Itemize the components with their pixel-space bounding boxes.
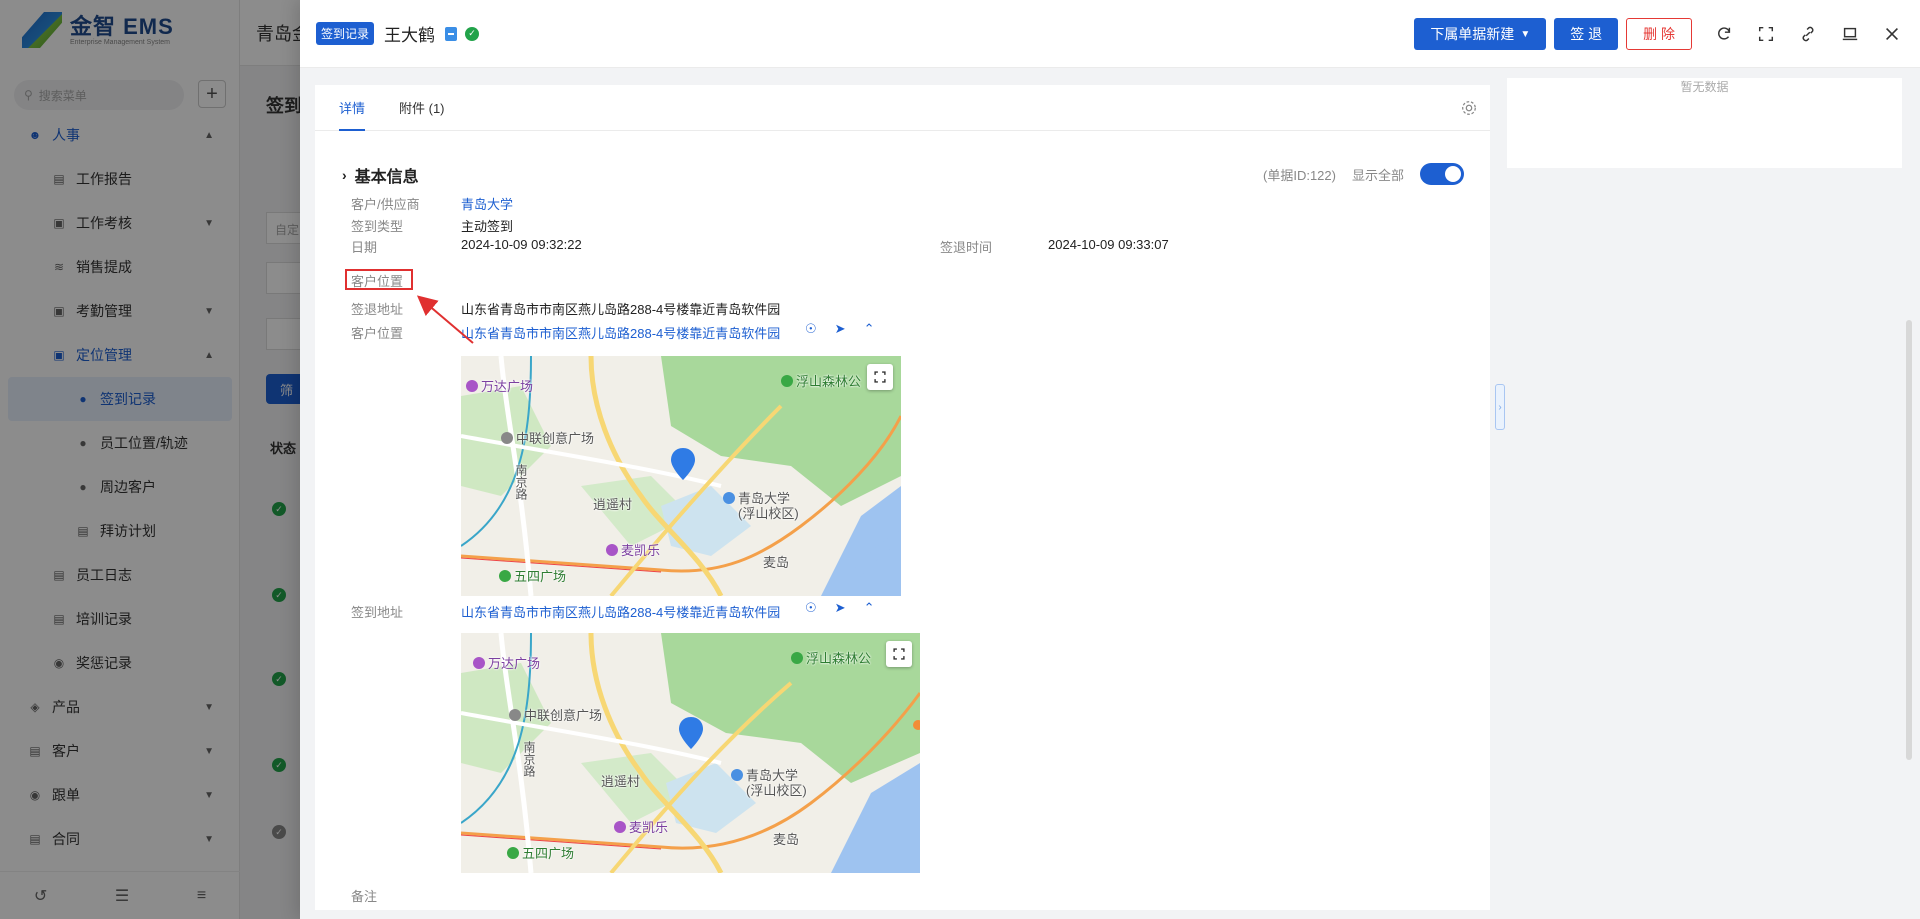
delete-button[interactable]: 删 除 xyxy=(1626,18,1692,50)
doc-id: (单据ID:122) xyxy=(1263,167,1336,183)
new-sub-doc-label: 下属单据新建 xyxy=(1430,26,1515,42)
checkout-button[interactable]: 签 退 xyxy=(1554,18,1619,50)
checkout-time-value: 2024-10-09 09:33:07 xyxy=(1048,237,1169,252)
customer-location-link[interactable]: 山东省青岛市市南区燕儿岛路288-4号楼靠近青岛软件园 xyxy=(461,323,780,342)
chevron-up-icon[interactable]: ⌃ xyxy=(864,321,875,337)
checkin-type-label: 签到类型 xyxy=(351,219,404,234)
highlight-annotation-box xyxy=(345,269,413,290)
chevron-right-icon: › xyxy=(342,167,347,183)
remark-label: 备注 xyxy=(351,889,378,904)
close-icon[interactable] xyxy=(1882,24,1902,44)
section-title: 基本信息 xyxy=(354,169,419,186)
map-poi-fushan: 浮山森林公 xyxy=(791,648,871,667)
map-poi-zhonglian: 中联创意广场 xyxy=(509,705,602,724)
tab-details[interactable]: 详情 xyxy=(339,98,366,131)
new-sub-doc-button[interactable]: 下属单据新建 ▼ xyxy=(1414,18,1547,50)
customer-location-actions: ☉ ➤ ⌃ xyxy=(805,321,874,337)
record-type-tag: 签到记录 xyxy=(316,22,375,45)
show-all-label: 显示全部 xyxy=(1351,167,1404,183)
expand-icon xyxy=(874,371,886,383)
customer-label: 客户/供应商 xyxy=(351,197,420,212)
date-value: 2024-10-09 09:32:22 xyxy=(461,237,582,252)
map-road-nanjing: 南京路 xyxy=(522,741,536,777)
section-basic-info[interactable]: › 基本信息 xyxy=(342,163,419,187)
side-panel-toggle[interactable]: › xyxy=(1495,384,1505,430)
checkout-address-label: 签退地址 xyxy=(351,302,404,317)
checkin-address-map[interactable]: 万达广场 浮山森林公 中联创意广场 南京路 逍遥村 青岛大学 (浮山校区) 麦凯乐… xyxy=(461,633,920,873)
gear-icon[interactable] xyxy=(1460,99,1478,117)
map-poi-wanda: 万达广场 xyxy=(466,376,533,395)
checkin-type-value: 主动签到 xyxy=(461,219,514,234)
map-poi-mcd: 麦凯乐 xyxy=(606,540,660,559)
header-actions: 下属单据新建 ▼ 签 退 删 除 xyxy=(1406,18,1902,50)
navigate-send-icon[interactable]: ➤ xyxy=(835,321,846,337)
customer-location-label: 客户位置 xyxy=(351,326,404,341)
map-poi-wusi: 五四广场 xyxy=(499,566,566,585)
show-all-toggle[interactable] xyxy=(1420,163,1464,185)
map-poi-wusi: 五四广场 xyxy=(507,843,574,862)
no-data-text: 暂无数据 xyxy=(1680,80,1729,94)
refresh-icon[interactable] xyxy=(1714,24,1734,44)
map-poi-mcd: 麦凯乐 xyxy=(614,817,668,836)
drawer-title: 王大鹤 xyxy=(384,26,436,45)
date-label: 日期 xyxy=(351,240,378,255)
expand-icon xyxy=(893,648,905,660)
chevron-up-icon[interactable]: ⌃ xyxy=(864,600,875,616)
map-road-nanjing: 南京路 xyxy=(514,464,528,500)
side-panel: 暂无数据 xyxy=(1507,78,1902,168)
map-place-maidao: 麦岛 xyxy=(763,555,790,570)
tab-attachments[interactable]: 附件 (1) xyxy=(399,98,445,130)
map-fullscreen-button[interactable] xyxy=(867,364,893,390)
checkin-address-actions: ☉ ➤ ⌃ xyxy=(805,600,874,616)
map-place-maidao: 麦岛 xyxy=(773,832,800,847)
document-icon[interactable] xyxy=(445,26,458,41)
map-poi-fushan: 浮山森林公 xyxy=(781,371,861,390)
map-place-xiaoyao: 逍遥村 xyxy=(593,497,633,512)
section-controls: (单据ID:122) 显示全部 xyxy=(1263,163,1464,185)
map-poi-qdu: 青岛大学 (浮山校区) xyxy=(723,491,799,521)
fullscreen-icon[interactable] xyxy=(1756,24,1776,44)
map-pin-icon[interactable]: ☉ xyxy=(805,321,817,337)
vertical-scrollbar[interactable] xyxy=(1906,320,1912,760)
map-place-xiaoyao: 逍遥村 xyxy=(601,774,641,789)
map-poi-qdu: 青岛大学 (浮山校区) xyxy=(731,768,807,798)
map-poi-zhonglian: 中联创意广场 xyxy=(501,428,594,447)
map-pin-icon[interactable]: ☉ xyxy=(805,600,817,616)
checkin-address-link[interactable]: 山东省青岛市市南区燕儿岛路288-4号楼靠近青岛软件园 xyxy=(461,602,780,621)
drawer-header: 签到记录 王大鹤 ✓ 下属单据新建 ▼ 签 退 删 除 xyxy=(300,0,1920,68)
customer-location-map[interactable]: 万达广场 浮山森林公 中联创意广场 南京路 逍遥村 青岛大学 (浮山校区) 麦凯乐… xyxy=(461,356,901,596)
laptop-icon[interactable] xyxy=(1840,24,1860,44)
detail-tabs: 详情 附件 (1) xyxy=(315,85,1490,131)
verified-icon: ✓ xyxy=(465,26,480,41)
navigate-send-icon[interactable]: ➤ xyxy=(835,600,846,616)
map-poi-wanda: 万达广场 xyxy=(473,653,540,672)
checkout-address-value: 山东省青岛市市南区燕儿岛路288-4号楼靠近青岛软件园 xyxy=(461,302,781,317)
customer-link[interactable]: 青岛大学 xyxy=(461,194,513,213)
map-fullscreen-button[interactable] xyxy=(886,641,912,667)
checkin-address-label: 签到地址 xyxy=(351,605,404,620)
checkout-time-label: 签退时间 xyxy=(940,240,993,255)
detail-drawer: 签到记录 王大鹤 ✓ 下属单据新建 ▼ 签 退 删 除 详情 附件 (1) › … xyxy=(300,0,1920,919)
detail-card: 详情 附件 (1) › 基本信息 (单据ID:122) 显示全部 客户/供应商 … xyxy=(315,85,1490,910)
chevron-down-icon: ▼ xyxy=(1520,28,1531,40)
link-icon[interactable] xyxy=(1798,24,1818,44)
